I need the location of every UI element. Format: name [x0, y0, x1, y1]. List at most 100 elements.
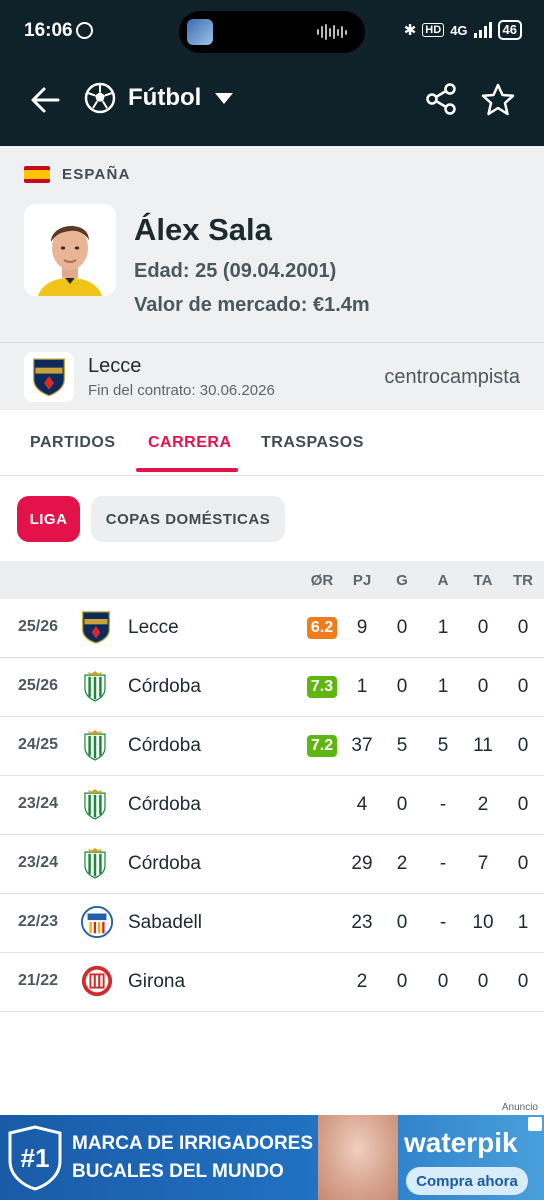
row-pj: 29 [351, 853, 373, 874]
row-g: 0 [396, 912, 408, 933]
row-pj: 4 [356, 794, 368, 815]
sabadell-crest-icon [80, 904, 116, 942]
career-table-header: ØR PJ G A TA TR [0, 561, 544, 599]
ad-cta-button[interactable]: Compra ahora [406, 1167, 528, 1195]
audio-wave-icon [317, 24, 353, 40]
filter-copas-domesticas[interactable]: COPAS DOMÉSTICAS [91, 496, 285, 542]
row-g: 0 [396, 971, 408, 992]
header-tr: TR [513, 572, 533, 589]
row-pj: 37 [351, 735, 373, 756]
ad-banner[interactable]: #1 MARCA DE IRRIGADORES BUCALES DEL MUND… [0, 1115, 544, 1200]
row-season: 25/26 [18, 677, 59, 694]
network-label: 4G [450, 22, 468, 38]
row-pj: 23 [351, 912, 373, 933]
player-name: Álex Sala [134, 212, 272, 247]
hd-icon: HD [422, 23, 445, 37]
ad-headline-2: BUCALES DEL MUNDO [72, 1161, 284, 1182]
country-name: ESPAÑA [62, 166, 131, 183]
whatsapp-icon [76, 22, 93, 39]
row-season: 25/26 [18, 618, 59, 635]
table-row[interactable]: 24/25 Córdoba 7.2 37 5 5 11 0 [0, 717, 544, 776]
system-icons: ✱ HD 4G 46 [404, 20, 522, 40]
table-row[interactable]: 22/23 Sabadell 23 0 - 10 1 [0, 894, 544, 953]
row-pj: 1 [356, 676, 368, 697]
row-tr: 0 [517, 971, 529, 992]
header-pj: PJ [352, 572, 372, 589]
row-team: Córdoba [128, 676, 201, 697]
ad-headline-1: MARCA DE IRRIGADORES [72, 1133, 314, 1154]
row-team: Córdoba [128, 735, 201, 756]
share-icon[interactable] [424, 82, 458, 116]
favorite-star-icon[interactable] [480, 82, 516, 118]
app-bar: Fútbol [0, 62, 544, 146]
back-arrow-icon[interactable] [28, 82, 64, 118]
row-a: 5 [437, 735, 449, 756]
current-club[interactable]: Lecce Fin del contrato: 30.06.2026 centr… [0, 342, 544, 410]
ad-badge-text: #1 [21, 1143, 50, 1173]
sport-name: Fútbol [128, 84, 202, 111]
row-team: Sabadell [128, 912, 202, 933]
row-a: 1 [437, 617, 449, 638]
row-g: 0 [396, 617, 408, 638]
row-ta: 0 [477, 617, 489, 638]
row-g: 0 [396, 676, 408, 697]
row-tr: 0 [517, 735, 529, 756]
rating-badge: 6.2 [307, 617, 337, 639]
adchoices-icon[interactable] [528, 1117, 542, 1131]
filter-liga[interactable]: LIGA [17, 496, 80, 542]
bluetooth-icon: ✱ [403, 22, 417, 39]
club-name: Lecce [88, 355, 142, 377]
header-a: A [437, 572, 449, 589]
row-season: 23/24 [18, 854, 59, 871]
career-table-body: 25/26 Lecce 6.2 9 0 1 0 0 25/26 Córdoba 7.3 1 0 1 0 0 24… [0, 599, 544, 1012]
row-ta: 2 [477, 794, 489, 815]
row-ta: 7 [477, 853, 489, 874]
market-value: Valor de mercado: €1.4m [134, 294, 370, 316]
row-tr: 0 [517, 617, 529, 638]
media-thumbnail [187, 19, 213, 45]
player-position: centrocampista [384, 366, 520, 388]
row-a: 0 [437, 971, 449, 992]
player-country: ESPAÑA [24, 166, 131, 183]
row-team: Córdoba [128, 853, 201, 874]
row-ta: 10 [472, 912, 494, 933]
cordoba-crest-icon [80, 668, 116, 706]
ad-image [318, 1115, 398, 1200]
active-tab-indicator [136, 468, 238, 472]
table-row[interactable]: 25/26 Córdoba 7.3 1 0 1 0 0 [0, 658, 544, 717]
table-row[interactable]: 21/22 Girona 2 0 0 0 0 [0, 953, 544, 1012]
player-header: ESPAÑA Álex Sala Edad: 25 (09.04.2001) V… [0, 146, 544, 342]
top-bar: 16:06 ✱ HD 4G 46 Fútbol [0, 0, 544, 146]
row-a: - [439, 912, 447, 933]
row-season: 24/25 [18, 736, 59, 753]
row-pj: 2 [356, 971, 368, 992]
row-g: 5 [396, 735, 408, 756]
sport-selector[interactable]: Fútbol [84, 82, 234, 114]
row-tr: 1 [517, 912, 529, 933]
dropdown-caret-icon [215, 92, 234, 104]
row-g: 0 [396, 794, 408, 815]
tab-carrera[interactable]: CARRERA [148, 434, 232, 452]
row-season: 21/22 [18, 972, 59, 989]
rating-badge: 7.3 [307, 676, 337, 698]
lecce-crest-icon [33, 358, 65, 397]
row-ta: 11 [473, 735, 493, 756]
table-row[interactable]: 25/26 Lecce 6.2 9 0 1 0 0 [0, 599, 544, 658]
row-ta: 0 [477, 676, 489, 697]
row-a: 1 [437, 676, 449, 697]
cordoba-crest-icon [80, 845, 116, 883]
tab-traspasos[interactable]: TRASPASOS [261, 434, 364, 452]
cordoba-crest-icon [80, 727, 116, 765]
table-row[interactable]: 23/24 Córdoba 29 2 - 7 0 [0, 835, 544, 894]
row-a: - [439, 853, 447, 874]
header-g: G [396, 572, 408, 589]
ad-brand: waterpik [404, 1127, 518, 1158]
row-tr: 0 [517, 794, 529, 815]
contract-end: Fin del contrato: 30.06.2026 [88, 382, 275, 399]
tab-partidos[interactable]: PARTIDOS [30, 434, 115, 452]
status-time: 16:06 [24, 20, 73, 41]
table-row[interactable]: 23/24 Córdoba 4 0 - 2 0 [0, 776, 544, 835]
row-a: - [439, 794, 447, 815]
ad-label: Anuncio [501, 1102, 538, 1113]
rating-badge: 7.2 [307, 735, 337, 757]
